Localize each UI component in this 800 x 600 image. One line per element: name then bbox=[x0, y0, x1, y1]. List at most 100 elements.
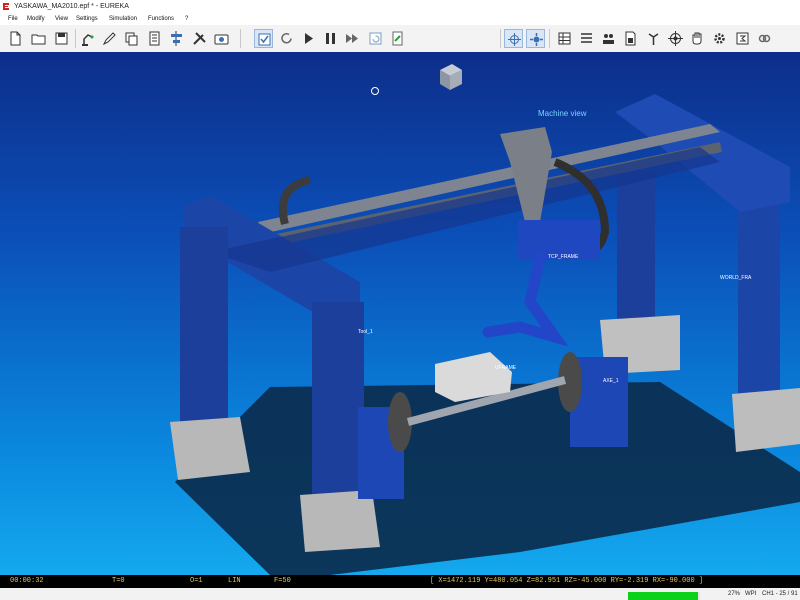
link-icon bbox=[758, 34, 771, 43]
toolbar-separator bbox=[549, 29, 550, 48]
settings-icon bbox=[530, 33, 543, 46]
floor-plate bbox=[175, 382, 800, 575]
status-o: O=1 bbox=[190, 577, 203, 585]
fast-forward-button[interactable] bbox=[343, 29, 362, 48]
refresh-icon bbox=[369, 32, 382, 45]
hand-button[interactable] bbox=[688, 29, 707, 48]
progress-fill bbox=[628, 592, 698, 600]
target-button[interactable] bbox=[666, 29, 685, 48]
tools-button[interactable] bbox=[190, 29, 209, 48]
menu-file[interactable]: File bbox=[8, 13, 18, 25]
open-button[interactable] bbox=[29, 29, 48, 48]
machine-view-label: Machine view bbox=[538, 109, 587, 118]
uframe-label: UFRAME bbox=[495, 365, 517, 371]
open-folder-icon bbox=[31, 34, 46, 45]
document-button[interactable] bbox=[145, 29, 164, 48]
formula-icon bbox=[736, 32, 749, 45]
new-file-icon bbox=[10, 31, 21, 46]
save-button[interactable] bbox=[52, 29, 71, 48]
gear-icon bbox=[714, 33, 725, 44]
menu-view[interactable]: View bbox=[55, 13, 68, 25]
tcp-frame-label: TCP_FRAME bbox=[548, 254, 579, 260]
list-icon bbox=[581, 33, 592, 43]
status-coordinates: [ X=1472.119 Y=480.054 Z=82.951 RZ=-45.0… bbox=[430, 577, 704, 585]
menu-bar: File Modify View Settings Simulation Fun… bbox=[0, 13, 800, 25]
view-icon bbox=[508, 33, 521, 46]
validate-button[interactable] bbox=[254, 29, 273, 48]
copy-icon bbox=[125, 32, 138, 46]
fast-forward-icon bbox=[346, 34, 358, 43]
settings-button[interactable] bbox=[526, 29, 545, 48]
gantry-leg bbox=[617, 172, 655, 332]
status-time: 00:00:32 bbox=[10, 577, 44, 585]
view-cube-icon[interactable] bbox=[432, 58, 466, 92]
pause-button[interactable] bbox=[321, 29, 340, 48]
world-frame-label: WORLD_FRA bbox=[720, 275, 752, 281]
toolbar-separator bbox=[500, 29, 501, 48]
camera-button[interactable] bbox=[212, 29, 231, 48]
gantry-leg bbox=[180, 227, 228, 432]
save-icon bbox=[55, 32, 68, 45]
play-button[interactable] bbox=[299, 29, 318, 48]
copy-button[interactable] bbox=[122, 29, 141, 48]
tools-icon bbox=[193, 32, 206, 45]
position-text: WPI bbox=[745, 591, 757, 597]
menu-settings[interactable]: Settings bbox=[76, 13, 98, 25]
cell-scene bbox=[170, 94, 800, 575]
robot-arm bbox=[482, 251, 569, 347]
antenna-icon bbox=[648, 33, 659, 45]
people-button[interactable] bbox=[599, 29, 618, 48]
title-bar: YASKAWA_MA2010.epf * - EUREKA bbox=[0, 0, 800, 13]
list-button[interactable] bbox=[577, 29, 596, 48]
axe-label: AXE_1 bbox=[603, 378, 619, 384]
refresh-button[interactable] bbox=[366, 29, 385, 48]
channel-text: CH1 - 25 / 91 bbox=[762, 591, 798, 597]
table-icon bbox=[558, 32, 571, 45]
edit-button[interactable] bbox=[100, 29, 119, 48]
report-icon bbox=[625, 31, 636, 46]
menu-simulation[interactable]: Simulation bbox=[109, 13, 137, 25]
gear-button[interactable] bbox=[710, 29, 729, 48]
eureka-logo-icon bbox=[3, 3, 9, 10]
formula-button[interactable] bbox=[733, 29, 752, 48]
gantry-leg bbox=[312, 302, 364, 502]
align-button[interactable] bbox=[167, 29, 186, 48]
reset-button[interactable] bbox=[277, 29, 296, 48]
align-icon bbox=[171, 31, 182, 46]
menu-help[interactable]: ? bbox=[185, 13, 188, 25]
window-title: YASKAWA_MA2010.epf * - EUREKA bbox=[14, 3, 129, 10]
concrete-base bbox=[732, 388, 800, 452]
tool-label: Tool_1 bbox=[358, 329, 373, 335]
status-feed: F=50 bbox=[274, 577, 291, 585]
concrete-base bbox=[300, 490, 380, 552]
status-bar: 00:00:32 T=0 O=1 LIN F=50 [ X=1472.119 Y… bbox=[0, 575, 800, 588]
toolbar-separator bbox=[240, 29, 241, 48]
export-button[interactable] bbox=[388, 29, 407, 48]
people-icon bbox=[603, 34, 614, 44]
pencil-icon bbox=[102, 32, 116, 46]
report-button[interactable] bbox=[621, 29, 640, 48]
concrete-base bbox=[170, 417, 250, 480]
progress-text: 27% bbox=[728, 591, 741, 597]
menu-modify[interactable]: Modify bbox=[27, 13, 45, 25]
pause-icon bbox=[326, 33, 335, 44]
robot-icon bbox=[82, 34, 94, 46]
view-button[interactable] bbox=[504, 29, 523, 48]
table-button[interactable] bbox=[555, 29, 574, 48]
status-t: T=0 bbox=[112, 577, 125, 585]
3d-viewport[interactable]: TCP_FRAME WORLD_FRA Tool_1 UFRAME AXE_1 … bbox=[0, 52, 800, 575]
play-icon bbox=[305, 33, 313, 44]
new-file-button[interactable] bbox=[6, 29, 25, 48]
export-icon bbox=[392, 31, 403, 46]
robot-button[interactable] bbox=[79, 29, 98, 48]
antenna-button[interactable] bbox=[644, 29, 663, 48]
document-icon bbox=[149, 31, 160, 46]
camera-icon bbox=[214, 34, 229, 45]
hand-icon bbox=[692, 32, 702, 45]
reset-icon bbox=[281, 33, 292, 44]
link-button[interactable] bbox=[755, 29, 774, 48]
menu-functions[interactable]: Functions bbox=[148, 13, 174, 25]
status-motion: LIN bbox=[228, 577, 241, 585]
rotation-center-icon bbox=[371, 87, 379, 95]
target-icon bbox=[668, 31, 683, 46]
